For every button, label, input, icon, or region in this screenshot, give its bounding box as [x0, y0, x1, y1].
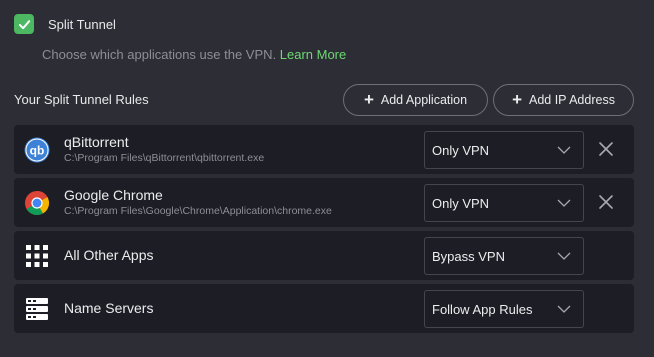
rule-app-name: All Other Apps — [64, 247, 154, 263]
learn-more-link[interactable]: Learn More — [280, 47, 346, 62]
close-icon[interactable] — [597, 140, 615, 158]
add-ip-address-label: Add IP Address — [529, 93, 615, 107]
plus-icon: + — [363, 89, 374, 109]
rule-mode-select[interactable]: Only VPN — [424, 131, 584, 169]
close-icon[interactable] — [597, 193, 615, 211]
rule-app-name: Google Chrome — [64, 187, 163, 203]
rule-mode-value: Only VPN — [432, 196, 490, 211]
add-application-label: Add Application — [380, 93, 468, 107]
rule-mode-value: Follow App Rules — [432, 302, 533, 317]
grid-icon — [26, 245, 48, 267]
chevron-down-icon — [557, 305, 571, 313]
rule-mode-select[interactable]: Follow App Rules — [424, 290, 584, 328]
rule-row-qbittorrent: qb qBittorrent C:\Program Files\qBittorr… — [14, 125, 634, 174]
rule-row-all-other-apps: All Other Apps Bypass VPN — [14, 231, 634, 280]
svg-text:qb: qb — [30, 144, 45, 158]
rule-row-name-servers: Name Servers Follow App Rules — [14, 284, 634, 333]
chevron-down-icon — [557, 252, 571, 260]
qbittorrent-icon: qb — [24, 137, 50, 163]
rule-mode-value: Bypass VPN — [432, 249, 505, 264]
rules-section-title: Your Split Tunnel Rules — [14, 92, 149, 107]
rule-mode-value: Only VPN — [432, 143, 490, 158]
split-tunnel-label: Split Tunnel — [48, 16, 116, 32]
rule-app-path: C:\Program Files\Google\Chrome\Applicati… — [64, 205, 332, 217]
add-application-button[interactable]: + Add Application — [343, 84, 488, 116]
rule-row-google-chrome: Google Chrome C:\Program Files\Google\Ch… — [14, 178, 634, 227]
rule-app-name: Name Servers — [64, 300, 154, 316]
split-tunnel-description: Choose which applications use the VPN. L… — [42, 47, 346, 62]
server-icon — [26, 298, 48, 320]
rule-app-path: C:\Program Files\qBittorrent\qbittorrent… — [64, 152, 265, 164]
chrome-icon — [25, 191, 50, 216]
rule-app-name: qBittorrent — [64, 134, 129, 150]
plus-icon: + — [512, 89, 522, 109]
chevron-down-icon — [557, 199, 571, 207]
split-tunnel-toggle[interactable]: Split Tunnel — [14, 14, 116, 34]
description-text: Choose which applications use the VPN. — [42, 47, 277, 62]
rule-mode-select[interactable]: Bypass VPN — [424, 237, 584, 275]
rule-mode-select[interactable]: Only VPN — [424, 184, 584, 222]
add-ip-address-button[interactable]: + Add IP Address — [493, 84, 634, 116]
split-tunnel-checkbox[interactable] — [14, 14, 34, 34]
chevron-down-icon — [557, 146, 571, 154]
checkmark-icon — [18, 19, 30, 29]
